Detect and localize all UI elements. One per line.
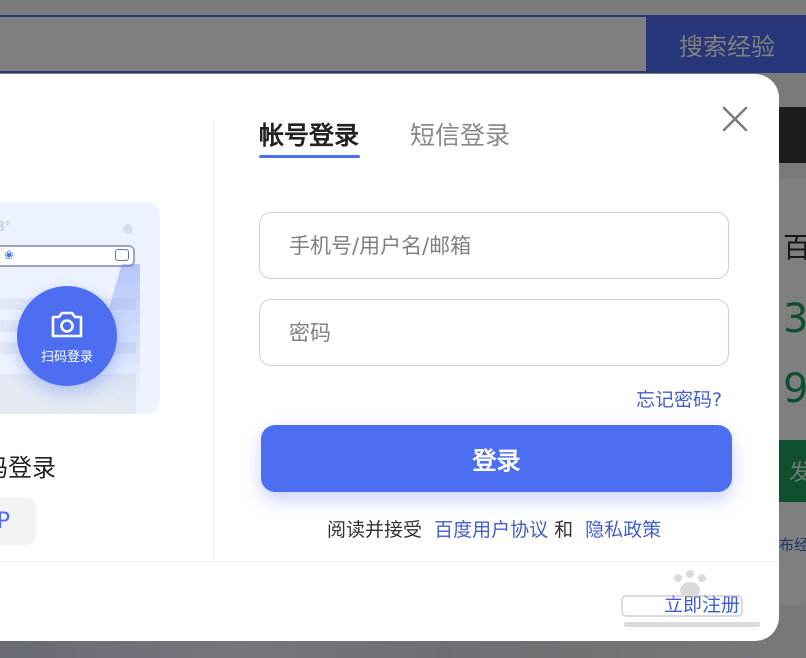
download-app-button[interactable]: P <box>0 497 36 545</box>
qr-caption: 扫码登录 <box>0 448 160 483</box>
camera-icon <box>51 311 83 337</box>
baidu-paw-icon: ❀ <box>4 248 15 262</box>
login-modal: 18° ❀ 扫码登录 扫码登录 P 帐号登录 短信登录 忘记密码? 登录 阅读并… <box>0 74 779 641</box>
mockup-dot <box>123 224 133 234</box>
username-input[interactable] <box>259 212 729 279</box>
user-agreement-link[interactable]: 百度用户协议 <box>434 519 548 541</box>
close-button[interactable] <box>718 102 752 136</box>
mockup-camera-icon <box>115 249 129 261</box>
forgot-password-link[interactable]: 忘记密码? <box>636 385 722 412</box>
horizontal-divider <box>0 561 779 562</box>
qr-caption-text: 扫码登录 <box>0 454 56 482</box>
password-input[interactable] <box>259 299 729 366</box>
tab-sms-login[interactable]: 短信登录 <box>410 116 510 152</box>
login-button[interactable]: 登录 <box>261 425 732 492</box>
agreement-text: 阅读并接受 百度用户协议和 隐私政策 <box>327 515 667 542</box>
scan-login-button[interactable]: 扫码登录 <box>17 286 117 386</box>
scan-login-label: 扫码登录 <box>40 349 93 365</box>
active-tab-underline <box>259 155 360 158</box>
register-link[interactable]: 立即注册 <box>664 590 740 617</box>
agreement-prefix: 阅读并接受 <box>327 519 423 541</box>
agreement-conjunction: 和 <box>554 519 574 541</box>
mockup-temperature: 18° <box>0 220 12 235</box>
tab-account-login[interactable]: 帐号登录 <box>259 116 359 152</box>
vertical-divider <box>213 120 214 560</box>
close-icon <box>722 106 748 132</box>
privacy-policy-link[interactable]: 隐私政策 <box>585 519 661 541</box>
